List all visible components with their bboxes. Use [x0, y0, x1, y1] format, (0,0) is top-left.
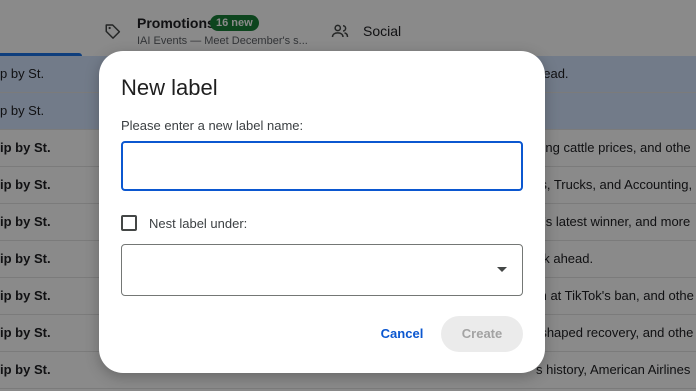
new-label-dialog: New label Please enter a new label name:…: [99, 51, 545, 373]
dropdown-arrow-icon: [497, 267, 507, 272]
nest-label-checkbox[interactable]: [121, 215, 137, 231]
create-button[interactable]: Create: [441, 316, 523, 352]
label-name-input[interactable]: [121, 141, 523, 191]
nest-label-text: Nest label under:: [149, 216, 248, 231]
cancel-button[interactable]: Cancel: [369, 316, 435, 352]
label-name-prompt: Please enter a new label name:: [121, 118, 304, 133]
dialog-title: New label: [121, 75, 218, 100]
parent-label-select[interactable]: [121, 244, 523, 296]
